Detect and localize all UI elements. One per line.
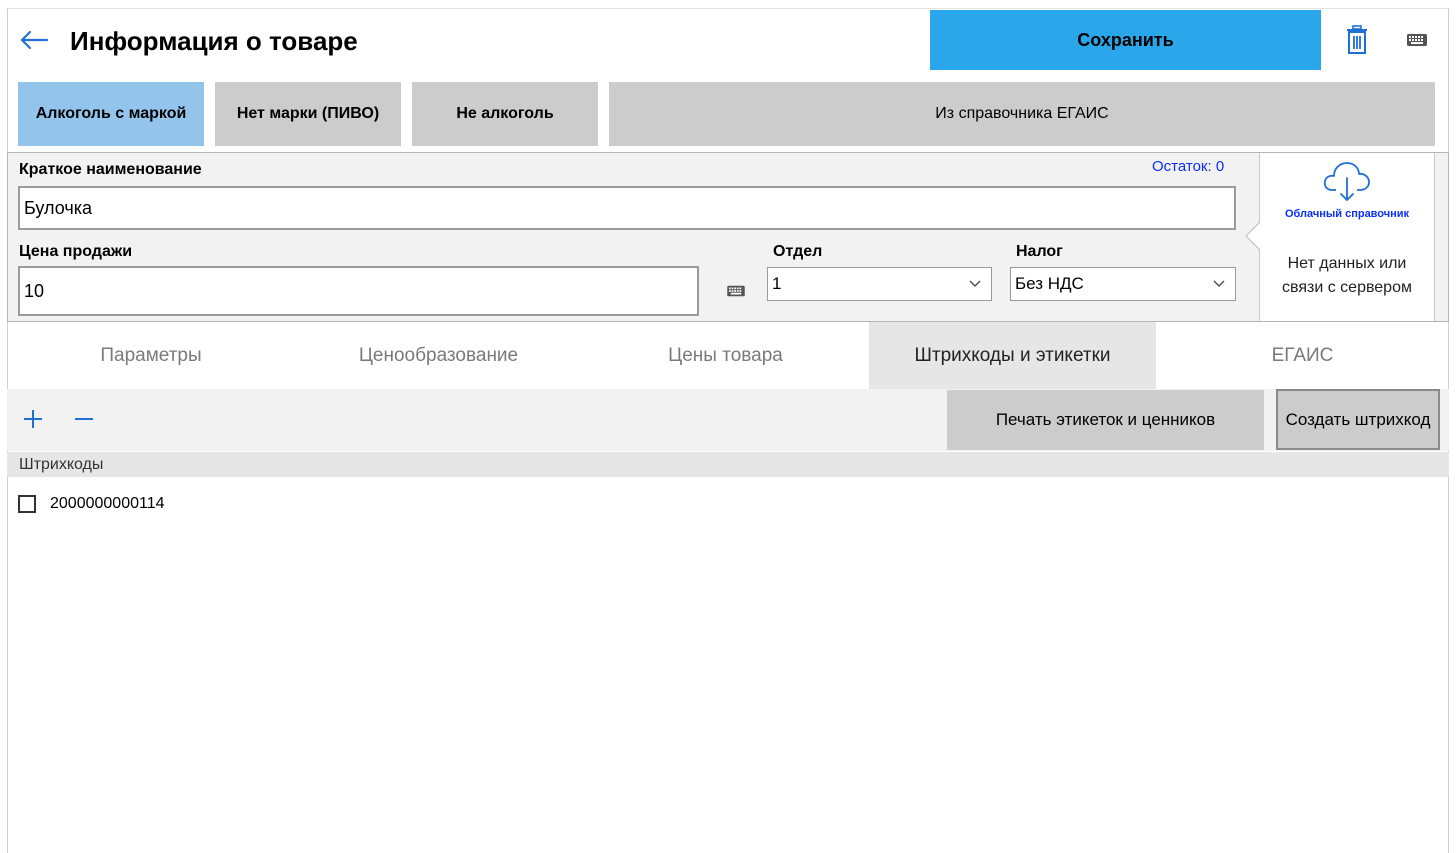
type-non-alcohol-button[interactable]: Не алкоголь xyxy=(412,82,598,146)
tax-select[interactable]: Без НДС xyxy=(1010,267,1236,301)
delete-button[interactable] xyxy=(1342,22,1372,58)
add-barcode-button[interactable] xyxy=(18,404,48,434)
barcode-value: 2000000000114 xyxy=(50,495,165,512)
tax-value: Без НДС xyxy=(1015,274,1084,293)
barcodes-list-header: Штрихкоды xyxy=(7,452,1449,477)
tab-pricing[interactable]: Ценообразование xyxy=(295,322,582,389)
trash-icon xyxy=(1347,25,1367,54)
keyboard-icon xyxy=(1407,34,1427,46)
short-name-label: Краткое наименование xyxy=(19,161,202,178)
tab-egais[interactable]: ЕГАИС xyxy=(1156,322,1449,389)
save-button[interactable]: Сохранить xyxy=(930,10,1321,70)
price-input[interactable]: 10 xyxy=(18,266,699,316)
barcode-checkbox[interactable] xyxy=(18,495,36,513)
keyboard-button[interactable] xyxy=(1403,28,1431,52)
page-title: Информация о товаре xyxy=(70,26,358,56)
chevron-down-icon xyxy=(1209,274,1229,294)
print-labels-button[interactable]: Печать этикеток и ценников xyxy=(947,390,1264,450)
remove-barcode-button[interactable] xyxy=(69,404,99,434)
plus-icon xyxy=(24,410,42,428)
panel-notch-inner xyxy=(1247,223,1260,249)
department-select[interactable]: 1 xyxy=(767,267,992,301)
department-label: Отдел xyxy=(773,243,823,260)
keyboard-icon xyxy=(727,285,745,297)
price-label: Цена продажи xyxy=(19,243,133,260)
cloud-directory-title[interactable]: Облачный справочник xyxy=(1262,208,1432,220)
chevron-down-icon xyxy=(965,274,985,294)
create-barcode-button[interactable]: Создать штрихкод xyxy=(1276,389,1440,450)
tab-parameters[interactable]: Параметры xyxy=(7,322,295,389)
back-arrow-icon xyxy=(20,30,49,50)
type-beer-no-mark-button[interactable]: Нет марки (ПИВО) xyxy=(215,82,401,146)
tab-product-prices[interactable]: Цены товара xyxy=(582,322,869,389)
price-keyboard-button[interactable] xyxy=(724,281,748,301)
tax-label: Налог xyxy=(1016,243,1063,260)
type-alcohol-marked-button[interactable]: Алкоголь с маркой xyxy=(18,82,204,146)
cloud-download-button[interactable] xyxy=(1322,160,1372,202)
cloud-download-icon xyxy=(1323,162,1370,201)
tab-barcodes-labels[interactable]: Штрихкоды и этикетки xyxy=(869,322,1156,389)
minus-icon xyxy=(75,418,93,420)
short-name-input[interactable]: Булочка xyxy=(18,186,1236,230)
egais-directory-button[interactable]: Из справочника ЕГАИС xyxy=(609,82,1435,146)
stock-label: Остаток: 0 xyxy=(1152,158,1225,175)
back-button[interactable] xyxy=(18,24,50,56)
cloud-status-text: Нет данных или связи с сервером xyxy=(1282,255,1412,296)
list-item[interactable]: 2000000000114 xyxy=(18,490,165,518)
department-value: 1 xyxy=(772,274,782,293)
